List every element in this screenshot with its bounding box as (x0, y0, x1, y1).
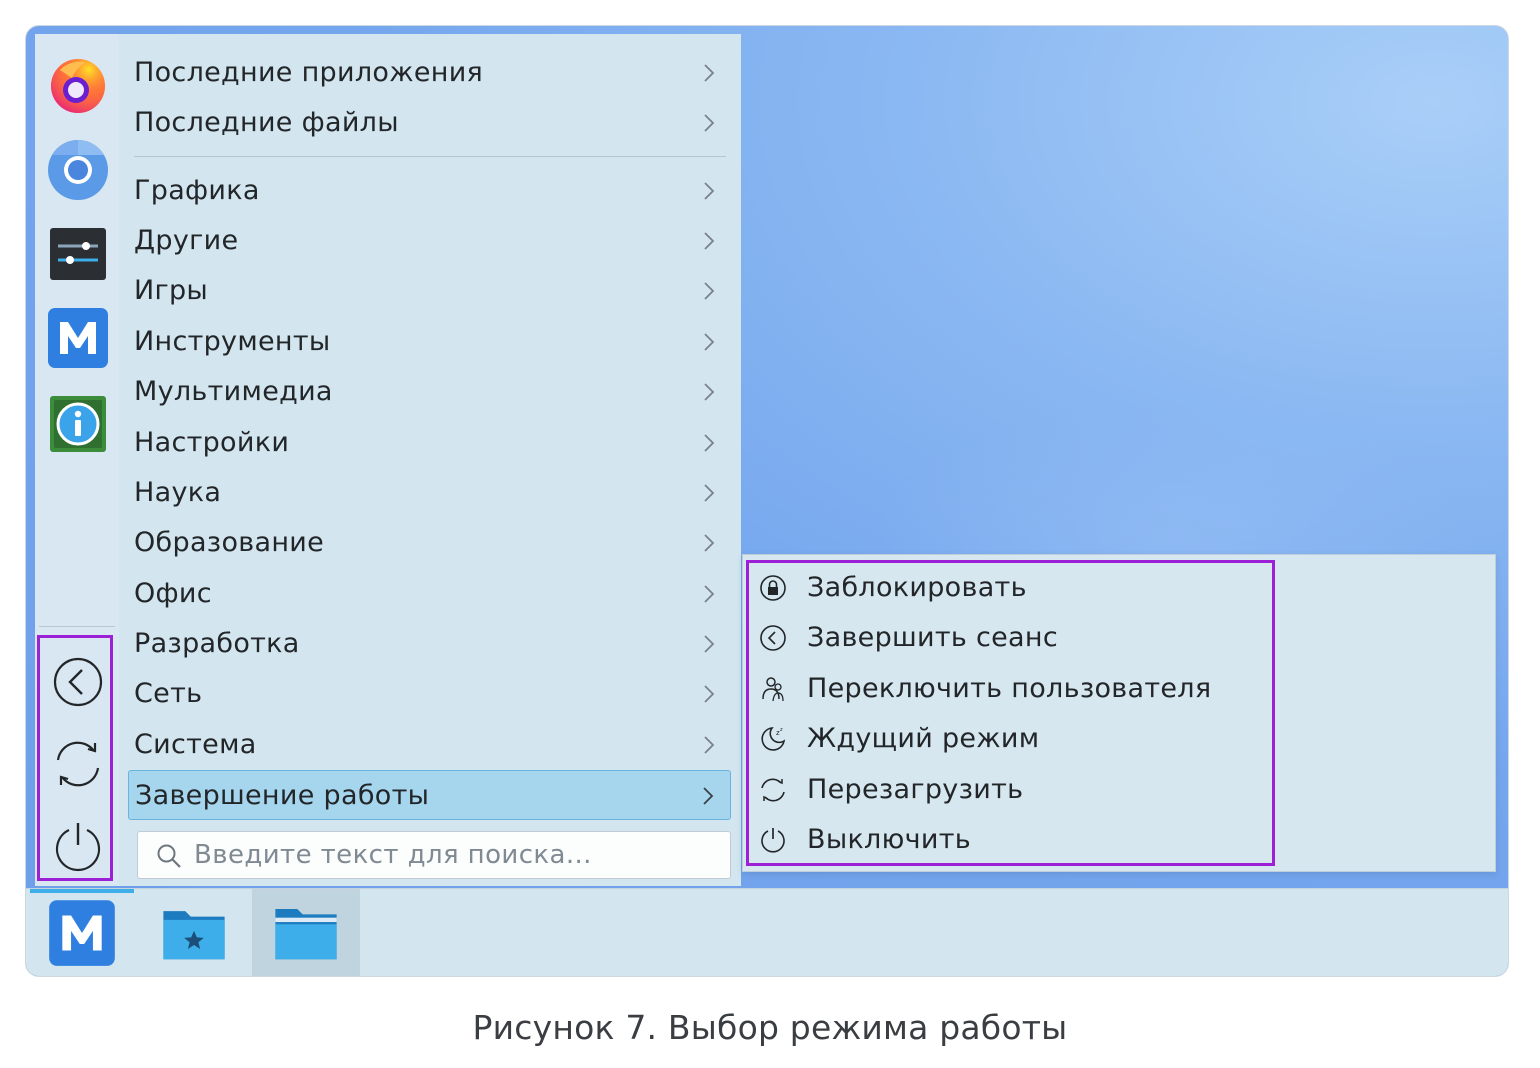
category-science[interactable]: Наука (119, 468, 735, 516)
category-tools[interactable]: Инструменты (119, 317, 735, 365)
logout-icon[interactable] (52, 656, 104, 708)
submenu-label: Ждущий режим (807, 723, 1040, 754)
favorites-folder-icon (163, 911, 225, 960)
category-network[interactable]: Сеть (119, 669, 735, 717)
category-label: Сеть (134, 677, 203, 709)
submenu-shutdown[interactable]: Выключить (743, 816, 1443, 864)
chevron-right-icon (704, 635, 715, 653)
submenu-sleep[interactable]: z z Ждущий режим (743, 715, 1443, 763)
category-label: Мультимедиа (134, 375, 333, 407)
chromium-icon[interactable] (46, 138, 110, 202)
submenu-logout[interactable]: Завершить сеанс (743, 614, 1443, 662)
logout-icon (760, 625, 786, 651)
category-label: Завершение работы (135, 779, 430, 811)
mos-launcher-icon[interactable] (46, 306, 110, 370)
lock-icon (760, 575, 786, 601)
search-box[interactable] (137, 831, 731, 879)
shutdown-submenu: Заблокировать Завершить сеанс Переключит… (742, 554, 1496, 872)
category-development[interactable]: Разработка (119, 619, 735, 667)
category-recent-files[interactable]: Последние файлы (119, 98, 735, 146)
category-label: Игры (134, 274, 209, 306)
category-label: Образование (134, 526, 325, 558)
chevron-right-icon (704, 114, 715, 132)
category-shutdown[interactable]: Завершение работы (128, 770, 731, 820)
sleep-icon: z z (761, 727, 786, 751)
reboot-icon (761, 778, 785, 802)
category-label: Графика (134, 174, 260, 206)
submenu-label: Перезагрузить (807, 774, 1024, 805)
chevron-right-icon (704, 736, 715, 754)
submenu-label: Переключить пользователя (807, 673, 1212, 704)
search-input[interactable] (194, 838, 714, 872)
chevron-right-icon (704, 685, 715, 703)
category-recent-apps[interactable]: Последние приложения (119, 48, 735, 96)
figure-caption: Рисунок 7. Выбор режима работы (472, 1008, 1068, 1047)
category-games[interactable]: Игры (119, 266, 735, 314)
favorites-separator (39, 626, 115, 627)
chevron-right-icon (704, 484, 715, 502)
submenu-switch-user[interactable]: Переключить пользователя (743, 665, 1443, 713)
category-graphics[interactable]: Графика (119, 166, 735, 214)
reboot-icon[interactable] (52, 738, 104, 790)
category-multimedia[interactable]: Мультимедиа (119, 367, 735, 415)
category-label: Офис (134, 577, 212, 609)
shutdown-icon (761, 828, 785, 853)
chevron-right-icon (704, 383, 715, 401)
favorites-sidebar (35, 34, 120, 886)
category-label: Разработка (134, 627, 300, 659)
file-manager-icon (275, 908, 337, 960)
submenu-label: Завершить сеанс (807, 622, 1058, 653)
chevron-right-icon (703, 787, 714, 805)
chevron-right-icon (704, 182, 715, 200)
category-separator (134, 156, 726, 157)
category-office[interactable]: Офис (119, 569, 735, 617)
category-label: Другие (134, 224, 239, 256)
submenu-label: Заблокировать (807, 572, 1027, 603)
taskbar-launcher[interactable] (30, 889, 134, 976)
category-settings[interactable]: Настройки (119, 418, 735, 466)
category-education[interactable]: Образование (119, 518, 735, 566)
category-other[interactable]: Другие (119, 216, 735, 264)
submenu-lock[interactable]: Заблокировать (743, 564, 1443, 612)
chevron-right-icon (704, 585, 715, 603)
chevron-right-icon (704, 282, 715, 300)
taskbar (26, 888, 1508, 976)
category-system[interactable]: Система (119, 720, 735, 768)
category-list: Последние приложения Последние файлы Гра… (119, 34, 741, 886)
search-icon (157, 844, 181, 868)
mos-launcher-icon (49, 900, 115, 966)
chevron-right-icon (704, 534, 715, 552)
chevron-right-icon (704, 333, 715, 351)
taskbar-file-manager[interactable] (252, 889, 360, 976)
svg-text:z: z (780, 727, 783, 733)
switch-user-icon (762, 677, 784, 702)
category-label: Наука (134, 476, 222, 508)
taskbar-favorites-folder[interactable] (154, 889, 234, 976)
chevron-right-icon (704, 232, 715, 250)
category-label: Последние приложения (134, 56, 484, 88)
system-settings-icon[interactable] (46, 222, 110, 286)
chevron-right-icon (704, 434, 715, 452)
category-label: Настройки (134, 426, 290, 458)
submenu-label: Выключить (807, 824, 971, 855)
chevron-right-icon (704, 64, 715, 82)
screenshot-frame: Последние приложения Последние файлы Гра… (25, 25, 1509, 977)
system-info-icon[interactable] (46, 392, 110, 456)
category-label: Последние файлы (134, 106, 399, 138)
category-label: Система (134, 728, 257, 760)
shutdown-icon[interactable] (52, 820, 104, 872)
firefox-icon[interactable] (46, 52, 110, 116)
category-label: Инструменты (134, 325, 331, 357)
session-buttons-highlight (37, 635, 113, 881)
submenu-reboot[interactable]: Перезагрузить (743, 766, 1443, 814)
